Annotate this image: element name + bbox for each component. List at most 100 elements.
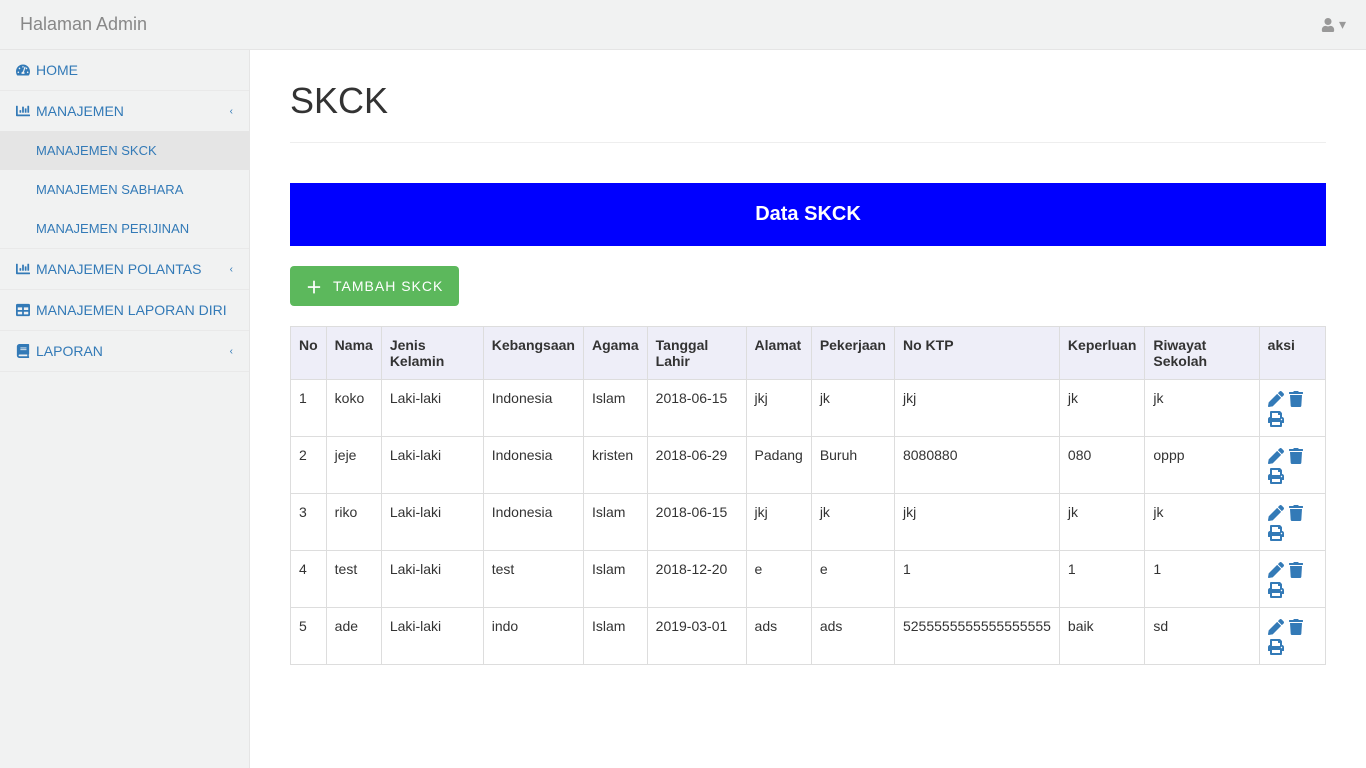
col-tanggal-lahir: Tanggal Lahir [647,327,746,380]
cell-kebangsaan: test [483,551,583,608]
cell-tanggal_lahir: 2018-06-15 [647,380,746,437]
cell-pekerjaan: e [811,551,894,608]
sidebar-item-manajemen-sabhara[interactable]: MANAJEMEN SABHARA [0,170,249,209]
cell-aksi [1259,380,1325,437]
sidebar: HOME MANAJEMEN ‹ MANAJEMEN SKCK MANAJEME… [0,50,250,768]
cell-agama: Islam [583,380,647,437]
cell-riwayat_sekolah: jk [1145,494,1259,551]
trash-icon[interactable] [1288,390,1304,406]
sidebar-item-label: LAPORAN [36,343,103,359]
print-icon[interactable] [1268,638,1284,654]
cell-alamat: jkj [746,494,811,551]
cell-agama: Islam [583,494,647,551]
chevron-left-icon: ‹ [230,106,233,117]
cell-keperluan: 1 [1059,551,1144,608]
print-icon[interactable] [1268,524,1284,540]
sidebar-item-polantas[interactable]: MANAJEMEN POLANTAS ‹ [0,249,249,289]
sidebar-item-manajemen-perijinan[interactable]: MANAJEMEN PERIJINAN [0,209,249,248]
add-button-label: TAMBAH SKCK [333,278,443,294]
sidebar-item-label: MANAJEMEN SABHARA [36,182,183,197]
col-jenis-kelamin: Jenis Kelamin [381,327,483,380]
cell-aksi [1259,608,1325,665]
cell-nama: test [326,551,381,608]
sidebar-item-laporan-diri[interactable]: MANAJEMEN LAPORAN DIRI [0,290,249,330]
cell-no: 4 [291,551,327,608]
cell-keperluan: baik [1059,608,1144,665]
sidebar-item-manajemen[interactable]: MANAJEMEN ‹ [0,91,249,131]
edit-icon[interactable] [1268,561,1284,577]
cell-riwayat_sekolah: oppp [1145,437,1259,494]
cell-pekerjaan: Buruh [811,437,894,494]
cell-keperluan: jk [1059,494,1144,551]
dashboard-icon [16,63,30,77]
cell-aksi [1259,494,1325,551]
trash-icon[interactable] [1288,504,1304,520]
trash-icon[interactable] [1288,618,1304,634]
cell-pekerjaan: ads [811,608,894,665]
cell-alamat: e [746,551,811,608]
trash-icon[interactable] [1288,447,1304,463]
user-icon [1321,18,1335,32]
col-kebangsaan: Kebangsaan [483,327,583,380]
sidebar-item-label: MANAJEMEN LAPORAN DIRI [36,302,227,318]
cell-jenis_kelamin: Laki-laki [381,437,483,494]
cell-no_ktp: jkj [894,494,1059,551]
edit-icon[interactable] [1268,390,1284,406]
cell-no: 1 [291,380,327,437]
cell-jenis_kelamin: Laki-laki [381,380,483,437]
col-no-ktp: No KTP [894,327,1059,380]
sidebar-item-label: MANAJEMEN SKCK [36,143,157,158]
col-riwayat-sekolah: Riwayat Sekolah [1145,327,1259,380]
edit-icon[interactable] [1268,447,1284,463]
chevron-left-icon: ‹ [230,346,233,357]
table-header-row: No Nama Jenis Kelamin Kebangsaan Agama T… [291,327,1326,380]
cell-aksi [1259,437,1325,494]
sidebar-item-manajemen-skck[interactable]: MANAJEMEN SKCK [0,131,249,170]
sidebar-item-label: MANAJEMEN [36,103,124,119]
col-pekerjaan: Pekerjaan [811,327,894,380]
cell-jenis_kelamin: Laki-laki [381,551,483,608]
cell-nama: koko [326,380,381,437]
user-menu-dropdown[interactable]: ▾ [1321,16,1346,33]
add-skck-button[interactable]: ＋ TAMBAH SKCK [290,266,459,306]
brand-title: Halaman Admin [20,14,147,35]
skck-table: No Nama Jenis Kelamin Kebangsaan Agama T… [290,326,1326,665]
page-title: SKCK [290,80,1326,122]
cell-no_ktp: jkj [894,380,1059,437]
print-icon[interactable] [1268,467,1284,483]
col-keperluan: Keperluan [1059,327,1144,380]
cell-alamat: Padang [746,437,811,494]
cell-riwayat_sekolah: 1 [1145,551,1259,608]
cell-tanggal_lahir: 2018-06-15 [647,494,746,551]
edit-icon[interactable] [1268,504,1284,520]
cell-tanggal_lahir: 2018-06-29 [647,437,746,494]
print-icon[interactable] [1268,410,1284,426]
sidebar-item-home[interactable]: HOME [0,50,249,90]
cell-riwayat_sekolah: jk [1145,380,1259,437]
cell-nama: riko [326,494,381,551]
cell-aksi [1259,551,1325,608]
print-icon[interactable] [1268,581,1284,597]
cell-agama: Islam [583,551,647,608]
table-row: 4testLaki-lakitestIslam2018-12-20ee111 [291,551,1326,608]
sidebar-item-laporan[interactable]: LAPORAN ‹ [0,331,249,371]
cell-nama: jeje [326,437,381,494]
sidebar-item-label: MANAJEMEN PERIJINAN [36,221,189,236]
cell-alamat: ads [746,608,811,665]
cell-kebangsaan: Indonesia [483,494,583,551]
chevron-left-icon: ‹ [230,264,233,275]
cell-tanggal_lahir: 2019-03-01 [647,608,746,665]
edit-icon[interactable] [1268,618,1284,634]
table-icon [16,303,30,317]
col-alamat: Alamat [746,327,811,380]
topbar: Halaman Admin ▾ [0,0,1366,50]
cell-agama: Islam [583,608,647,665]
cell-jenis_kelamin: Laki-laki [381,494,483,551]
cell-pekerjaan: jk [811,380,894,437]
trash-icon[interactable] [1288,561,1304,577]
cell-riwayat_sekolah: sd [1145,608,1259,665]
cell-nama: ade [326,608,381,665]
col-aksi: aksi [1259,327,1325,380]
cell-agama: kristen [583,437,647,494]
plus-icon: ＋ [306,274,323,298]
